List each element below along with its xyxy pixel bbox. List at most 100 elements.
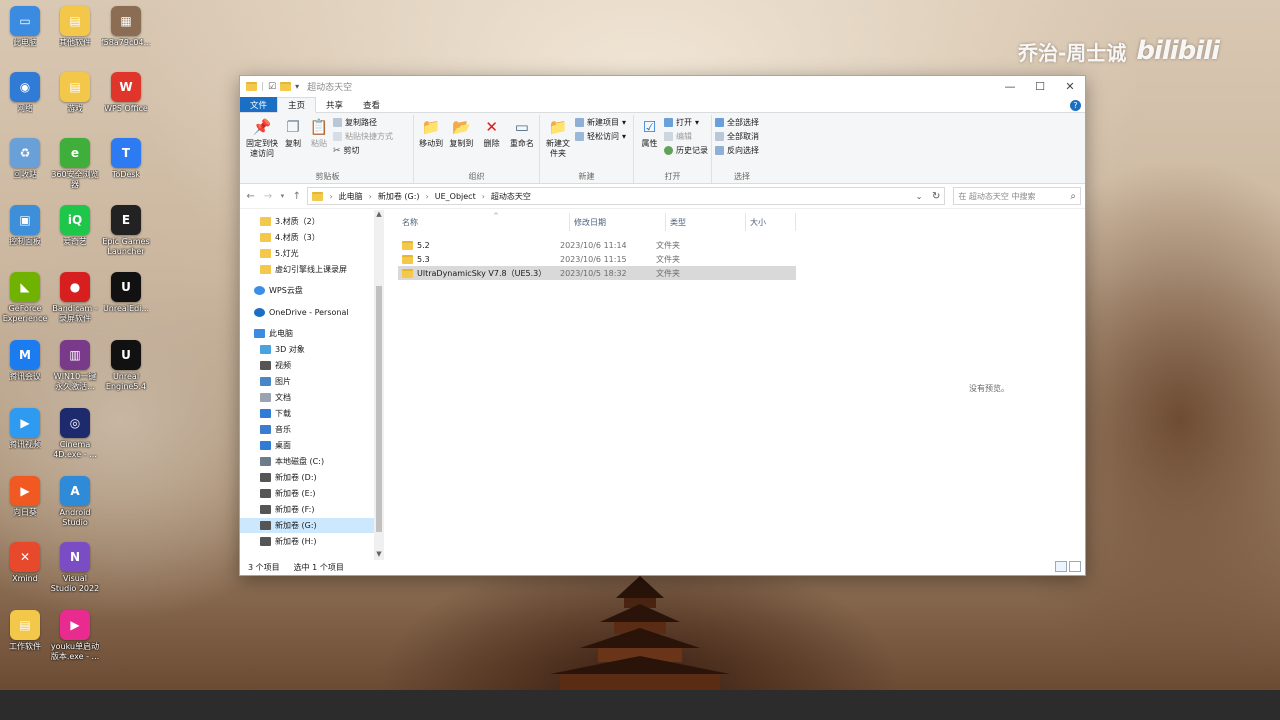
invert-selection-button[interactable]: 反向选择 <box>715 145 759 156</box>
select-none-button[interactable]: 全部取消 <box>715 131 759 142</box>
nav-item[interactable]: 桌面 <box>240 438 374 453</box>
tab-view[interactable]: 查看 <box>353 97 390 112</box>
desktop-shortcut[interactable]: ▶ youku单启动版本.exe - ... <box>50 610 100 662</box>
refresh-icon[interactable]: ↻ <box>932 191 940 202</box>
nav-item[interactable]: 3.材质（2） <box>240 214 374 229</box>
scrollbar-thumb[interactable] <box>376 286 382 532</box>
nav-item[interactable]: WPS云盘 <box>240 283 374 298</box>
desktop-shortcut[interactable]: N Visual Studio 2022 <box>50 542 100 594</box>
copy-to-button[interactable]: 📂 复制到 <box>447 115 475 171</box>
nav-item[interactable]: OneDrive - Personal <box>240 305 374 320</box>
desktop-shortcut[interactable]: ▭ 此电脑 <box>0 6 50 48</box>
search-input[interactable]: 在 超动态天空 中搜索 ⌕ <box>953 187 1082 205</box>
breadcrumb-ue-object[interactable]: UE_Object <box>435 192 476 201</box>
column-header-size[interactable]: 大小 <box>746 213 796 231</box>
breadcrumb-current-folder[interactable]: 超动态天空 <box>491 191 531 202</box>
customize-toolbar-icon[interactable]: ▾ <box>295 82 299 91</box>
desktop-shortcut[interactable]: U Unreal Engine5.4 <box>101 340 151 392</box>
minimize-button[interactable]: — <box>995 76 1025 97</box>
scroll-up-icon[interactable]: ▲ <box>374 210 384 220</box>
rename-button[interactable]: ▭ 重命名 <box>508 115 536 171</box>
desktop-shortcut[interactable]: T ToDesk <box>101 138 151 180</box>
pin-to-quick-access-button[interactable]: 📌 固定到快速访问 <box>245 115 279 171</box>
move-to-button[interactable]: 📁 移动到 <box>417 115 445 171</box>
desktop-shortcut[interactable]: ▣ 控制面板 <box>0 205 50 247</box>
large-icons-view-icon[interactable] <box>1069 561 1081 572</box>
column-header-type[interactable]: 类型 <box>666 213 746 231</box>
nav-item[interactable]: 新加卷 (E:) <box>240 486 374 501</box>
desktop-shortcut[interactable]: ▤ 游戏 <box>50 72 100 114</box>
easy-access-button[interactable]: 轻松访问 ▾ <box>575 131 626 142</box>
back-arrow-icon[interactable]: ← <box>244 191 257 202</box>
breadcrumb-drive-g[interactable]: 新加卷 (G:) <box>378 191 420 202</box>
nav-item[interactable]: 文档 <box>240 390 374 405</box>
nav-item[interactable]: 本地磁盘 (C:) <box>240 454 374 469</box>
properties-button[interactable]: ☑ 属性 <box>637 115 662 171</box>
up-arrow-icon[interactable]: ↑ <box>290 191 303 202</box>
tab-file[interactable]: 文件 <box>240 97 278 112</box>
nav-item[interactable]: 4.材质（3） <box>240 230 374 245</box>
open-button[interactable]: 打开 ▾ <box>664 117 708 128</box>
desktop-shortcut[interactable]: ▤ 其他软件 <box>50 6 100 48</box>
file-row[interactable]: UltraDynamicSky V7.8（UE5.3） 2023/10/5 18:… <box>398 266 796 280</box>
desktop-shortcut[interactable]: W WPS Office <box>101 72 151 114</box>
desktop-shortcut[interactable]: iQ 爱奇艺 <box>50 205 100 247</box>
desktop-shortcut[interactable]: ✕ Xmind <box>0 542 50 584</box>
nav-item[interactable]: 图片 <box>240 374 374 389</box>
history-button[interactable]: 历史记录 <box>664 145 708 156</box>
desktop-shortcut[interactable]: ▤ 工作软件 <box>0 610 50 652</box>
nav-item[interactable]: 音乐 <box>240 422 374 437</box>
desktop-shortcut[interactable]: e 360安全浏览器 <box>50 138 100 190</box>
chevron-down-icon[interactable]: ⌄ <box>916 192 923 201</box>
nav-item[interactable]: 新加卷 (F:) <box>240 502 374 517</box>
edit-button[interactable]: 编辑 <box>664 131 708 142</box>
desktop-shortcut[interactable]: ▥ WIN10一键永久激活... <box>50 340 100 392</box>
help-icon[interactable]: ? <box>1070 100 1081 111</box>
desktop-shortcut[interactable]: ▦ f58a79c04... <box>101 6 151 48</box>
navigation-scrollbar[interactable]: ▲ ▼ <box>374 210 384 560</box>
desktop-shortcut[interactable]: ◣ GeForce Experience <box>0 272 50 324</box>
nav-item[interactable]: 此电脑 <box>240 326 374 341</box>
nav-item[interactable]: 新加卷 (H:) <box>240 534 374 549</box>
recent-locations-icon[interactable]: ▾ <box>279 192 287 200</box>
delete-button[interactable]: ✕ 删除 <box>478 115 506 171</box>
address-bar[interactable]: › 此电脑 › 新加卷 (G:) › UE_Object › 超动态天空 ⌄ ↻ <box>307 187 946 205</box>
properties-icon[interactable]: ☑ <box>268 82 276 92</box>
select-all-button[interactable]: 全部选择 <box>715 117 759 128</box>
nav-item[interactable]: 虚幻引擎线上课录屏 <box>240 262 374 277</box>
nav-item[interactable]: 5.灯光 <box>240 246 374 261</box>
desktop-shortcut[interactable]: ◉ 网络 <box>0 72 50 114</box>
new-folder-button[interactable]: 📁 新建文件夹 <box>543 115 573 171</box>
new-folder-icon[interactable] <box>280 82 292 91</box>
copy-button[interactable]: ❐ 复制 <box>281 115 305 171</box>
nav-item[interactable]: 下载 <box>240 406 374 421</box>
file-row[interactable]: 5.2 2023/10/6 11:14 文件夹 <box>398 238 796 252</box>
maximize-button[interactable]: ☐ <box>1025 76 1055 97</box>
cut-button[interactable]: ✂ 剪切 <box>333 145 393 156</box>
desktop-shortcut[interactable]: U UnrealEdi... <box>101 272 151 314</box>
desktop-shortcut[interactable]: E Epic Games Launcher <box>101 205 151 257</box>
tab-share[interactable]: 共享 <box>316 97 353 112</box>
desktop-shortcut[interactable]: A Android Studio <box>50 476 100 528</box>
nav-item[interactable]: 视频 <box>240 358 374 373</box>
file-row[interactable]: 5.3 2023/10/6 11:15 文件夹 <box>398 252 796 266</box>
desktop-shortcut[interactable]: M 腾讯会议 <box>0 340 50 382</box>
paste-shortcut-button[interactable]: 粘贴快捷方式 <box>333 131 393 142</box>
forward-arrow-icon[interactable]: → <box>261 191 274 202</box>
column-header-date[interactable]: 修改日期 <box>570 213 666 231</box>
desktop-shortcut[interactable]: ♻ 回收站 <box>0 138 50 180</box>
desktop-shortcut[interactable]: ▶ 腾讯视频 <box>0 408 50 450</box>
paste-button[interactable]: 📋 粘贴 <box>307 115 331 171</box>
close-button[interactable]: ✕ <box>1055 76 1085 97</box>
nav-item[interactable]: 3D 对象 <box>240 342 374 357</box>
nav-item[interactable]: 新加卷 (D:) <box>240 470 374 485</box>
desktop-shortcut[interactable]: ▶ 向日葵 <box>0 476 50 518</box>
nav-item[interactable]: 新加卷 (G:) <box>240 518 374 533</box>
column-header-name[interactable]: 名称 ^ <box>398 212 570 231</box>
tab-home[interactable]: 主页 <box>277 97 317 113</box>
new-item-button[interactable]: 新建项目 ▾ <box>575 117 626 128</box>
desktop-shortcut[interactable]: ◎ Cinema 4D.exe - ... <box>50 408 100 460</box>
details-view-icon[interactable] <box>1055 561 1067 572</box>
copy-path-button[interactable]: 复制路径 <box>333 117 393 128</box>
breadcrumb-this-pc[interactable]: 此电脑 <box>339 191 363 202</box>
